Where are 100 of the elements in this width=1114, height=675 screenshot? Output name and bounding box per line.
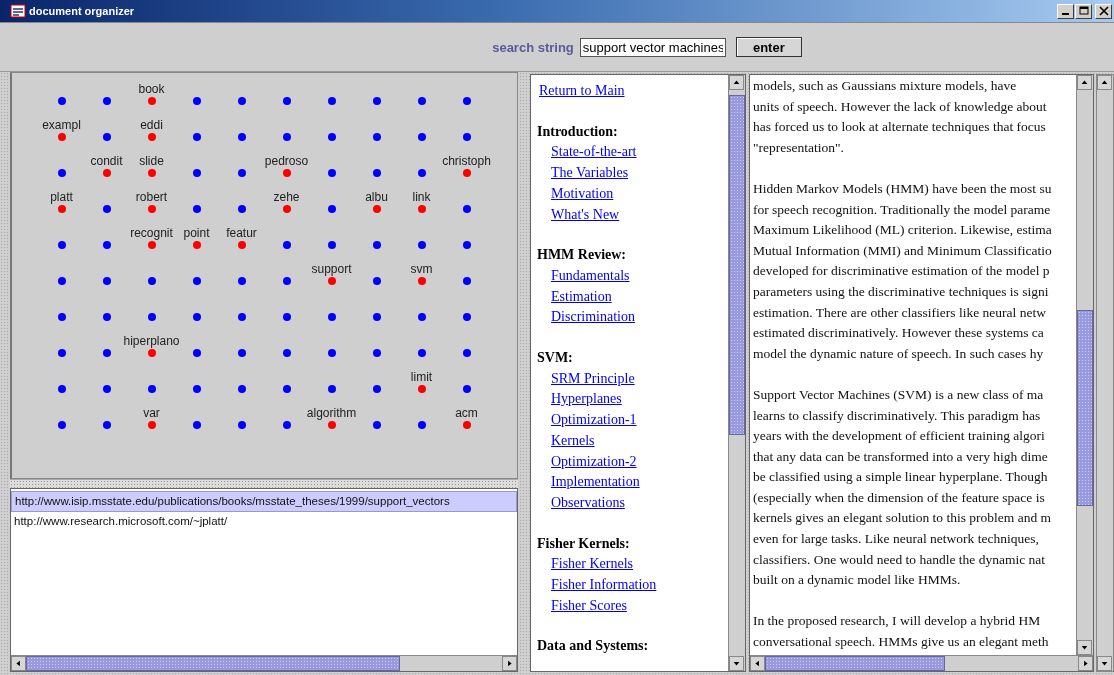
maximize-button[interactable] — [1075, 3, 1092, 19]
map-node[interactable] — [192, 97, 201, 105]
scroll-right-button[interactable] — [502, 656, 517, 671]
map-node[interactable] — [192, 205, 201, 213]
link[interactable]: Fundamentals — [551, 265, 630, 287]
map-node[interactable] — [282, 169, 291, 177]
scrollbar-thumb[interactable] — [26, 656, 400, 671]
scroll-left-button[interactable] — [11, 656, 26, 671]
link[interactable]: Observations — [551, 492, 625, 514]
map-node[interactable] — [237, 169, 246, 177]
map-node[interactable] — [327, 133, 336, 141]
map-node[interactable] — [327, 385, 336, 393]
map-node[interactable] — [102, 97, 111, 105]
close-button[interactable] — [1095, 3, 1112, 19]
link[interactable]: Motivation — [551, 183, 614, 205]
vertical-scrollbar[interactable] — [728, 75, 745, 671]
horizontal-scrollbar[interactable] — [750, 655, 1093, 671]
map-node[interactable] — [282, 205, 291, 213]
link[interactable]: Discrimination — [551, 307, 635, 329]
map-node[interactable] — [462, 133, 471, 141]
map-node[interactable] — [102, 349, 111, 357]
map-node[interactable] — [57, 241, 66, 249]
scroll-down-button[interactable] — [729, 656, 744, 671]
map-node[interactable] — [462, 421, 471, 429]
map-node[interactable] — [102, 205, 111, 213]
map-node[interactable] — [462, 349, 471, 357]
link[interactable]: Fisher Information — [551, 575, 657, 596]
map-node[interactable] — [417, 385, 426, 393]
map-node[interactable] — [462, 169, 471, 177]
map-node[interactable] — [327, 277, 336, 285]
map-node[interactable] — [372, 385, 381, 393]
map-node[interactable] — [282, 133, 291, 141]
vertical-scrollbar[interactable] — [1096, 74, 1114, 672]
map-node[interactable] — [462, 241, 471, 249]
map-node[interactable] — [462, 277, 471, 285]
scroll-up-button[interactable] — [1097, 75, 1112, 90]
map-node[interactable] — [237, 349, 246, 357]
map-node[interactable] — [282, 97, 291, 105]
map-node[interactable] — [147, 421, 156, 429]
map-node[interactable] — [237, 205, 246, 213]
link[interactable]: Kernels — [551, 430, 595, 452]
map-node[interactable] — [462, 385, 471, 393]
map-node[interactable] — [327, 169, 336, 177]
map-node[interactable] — [282, 349, 291, 357]
map-node[interactable] — [327, 421, 336, 429]
map-node[interactable] — [462, 313, 471, 321]
map-node[interactable] — [147, 349, 156, 357]
map-node[interactable] — [102, 421, 111, 429]
map-node[interactable] — [372, 349, 381, 357]
map-node[interactable] — [282, 385, 291, 393]
horizontal-scrollbar[interactable] — [11, 655, 517, 671]
map-node[interactable] — [417, 241, 426, 249]
map-node[interactable] — [327, 97, 336, 105]
map-node[interactable] — [237, 385, 246, 393]
result-item[interactable]: http://www.research.microsoft.com/~jplatt/ — [11, 512, 517, 531]
map-node[interactable] — [237, 313, 246, 321]
map-node[interactable] — [147, 385, 156, 393]
map-node[interactable] — [327, 349, 336, 357]
map-node[interactable] — [192, 169, 201, 177]
map-node[interactable] — [57, 97, 66, 105]
result-item[interactable]: http://www.isip.msstate.edu/publications/books/msstate_theses/1999/support_vectors — [11, 491, 517, 512]
map-node[interactable] — [462, 205, 471, 213]
link[interactable]: Fisher Kernels — [551, 554, 634, 576]
map-node[interactable] — [192, 241, 201, 249]
map-node[interactable] — [237, 277, 246, 285]
map-node[interactable] — [282, 241, 291, 249]
map-node[interactable] — [372, 277, 381, 285]
link[interactable]: SRM Principle — [551, 368, 635, 390]
map-node[interactable] — [282, 421, 291, 429]
map-node[interactable] — [102, 313, 111, 321]
map-node[interactable] — [102, 241, 111, 249]
map-node[interactable] — [417, 205, 426, 213]
map-node[interactable] — [102, 169, 111, 177]
map-node[interactable] — [417, 277, 426, 285]
map-node[interactable] — [462, 97, 471, 105]
link[interactable]: Fisher Scores — [551, 595, 627, 617]
map-node[interactable] — [237, 241, 246, 249]
map-node[interactable] — [192, 277, 201, 285]
map-node[interactable] — [57, 349, 66, 357]
link[interactable]: The Variables — [551, 163, 629, 184]
map-node[interactable] — [372, 97, 381, 105]
map-node[interactable] — [372, 205, 381, 213]
map-node[interactable] — [147, 313, 156, 321]
map-node[interactable] — [372, 241, 381, 249]
map-node[interactable] — [417, 313, 426, 321]
map-node[interactable] — [192, 313, 201, 321]
link[interactable]: Estimation — [551, 286, 612, 308]
map-node[interactable] — [282, 277, 291, 285]
map-node[interactable] — [417, 97, 426, 105]
map-node[interactable] — [147, 97, 156, 105]
map-node[interactable] — [57, 385, 66, 393]
map-node[interactable] — [57, 169, 66, 177]
link[interactable]: What's New — [551, 204, 620, 226]
scroll-right-button[interactable] — [1078, 656, 1093, 671]
link[interactable]: Return to Main — [539, 81, 625, 102]
scrollbar-thumb[interactable] — [729, 95, 745, 435]
map-node[interactable] — [327, 205, 336, 213]
link[interactable]: State-of-the-art — [551, 142, 637, 164]
map-node[interactable] — [237, 97, 246, 105]
map-node[interactable] — [102, 133, 111, 141]
